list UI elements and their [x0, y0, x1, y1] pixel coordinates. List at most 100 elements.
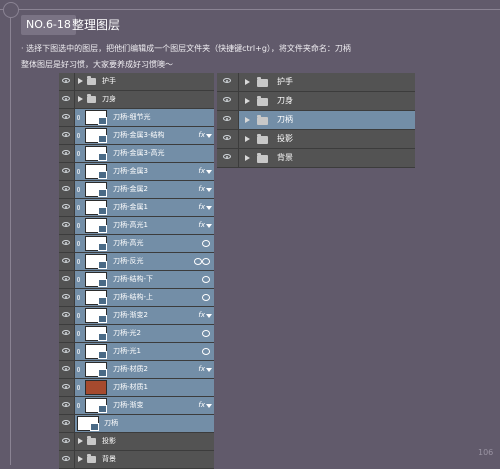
eye-icon[interactable]: [62, 384, 70, 389]
eye-icon[interactable]: [223, 78, 231, 83]
eye-icon[interactable]: [62, 366, 70, 371]
fx-dropdown-icon[interactable]: [206, 368, 212, 372]
layer-group-row[interactable]: 投影: [217, 130, 415, 149]
layer-label: 刀柄-金属3-高光: [113, 149, 165, 157]
fx-icon[interactable]: fx: [198, 163, 205, 180]
layer-row[interactable]: 刀柄-材质1: [59, 379, 214, 397]
fx-icon[interactable]: fx: [198, 397, 205, 414]
eye-icon[interactable]: [62, 258, 70, 263]
expand-arrow-icon[interactable]: [245, 136, 250, 142]
eye-icon[interactable]: [62, 168, 70, 173]
layer-row[interactable]: 刀柄: [59, 415, 214, 433]
eye-icon[interactable]: [62, 132, 70, 137]
layer-row[interactable]: 刀柄-金属3-高光: [59, 145, 214, 163]
link-icon: [77, 403, 80, 408]
eye-icon[interactable]: [223, 97, 231, 102]
expand-arrow-icon[interactable]: [245, 117, 250, 123]
eye-icon[interactable]: [62, 240, 70, 245]
folder-icon: [257, 134, 268, 144]
expand-arrow-icon[interactable]: [78, 96, 83, 102]
expand-arrow-icon[interactable]: [245, 98, 250, 104]
fx-dropdown-icon[interactable]: [206, 404, 212, 408]
expand-arrow-icon[interactable]: [245, 79, 250, 85]
eye-icon[interactable]: [62, 402, 70, 407]
fx-dropdown-icon[interactable]: [206, 134, 212, 138]
eye-icon[interactable]: [62, 330, 70, 335]
fx-dropdown-icon[interactable]: [206, 314, 212, 318]
expand-arrow-icon[interactable]: [78, 78, 83, 84]
layer-group-label: 投影: [102, 437, 116, 445]
fx-icon[interactable]: fx: [198, 199, 205, 216]
eye-icon[interactable]: [223, 135, 231, 140]
eye-icon[interactable]: [62, 222, 70, 227]
fx-icon[interactable]: fx: [198, 361, 205, 378]
layer-row[interactable]: 刀柄-渐变2 fx: [59, 307, 214, 325]
layer-group-row[interactable]: 背景: [59, 451, 214, 469]
eye-icon[interactable]: [62, 438, 70, 443]
fx-dropdown-icon[interactable]: [206, 206, 212, 210]
layer-row[interactable]: 刀柄-细节光: [59, 109, 214, 127]
eye-icon[interactable]: [223, 116, 231, 121]
layer-group-row[interactable]: 护手: [59, 73, 214, 91]
expand-arrow-icon[interactable]: [78, 456, 83, 462]
fx-dropdown-icon[interactable]: [206, 224, 212, 228]
layer-group-row-selected[interactable]: 刀柄: [217, 111, 415, 130]
layer-row[interactable]: 刀柄-结构-下: [59, 271, 214, 289]
layer-group-row[interactable]: 护手: [217, 73, 415, 92]
eye-icon[interactable]: [62, 78, 70, 83]
layer-row[interactable]: 刀柄-光1: [59, 343, 214, 361]
fx-icon[interactable]: fx: [198, 307, 205, 324]
folder-icon: [87, 436, 96, 445]
eye-icon[interactable]: [62, 186, 70, 191]
clipping-mask-icon: [202, 348, 210, 355]
layer-group-row[interactable]: 刀身: [217, 92, 415, 111]
intro-line-1: · 选择下图选中的图层，把他们编辑成一个图层文件夹（快捷键ctrl+g），将文件…: [21, 44, 351, 53]
layer-thumbnail: [85, 344, 107, 359]
eye-icon[interactable]: [62, 420, 70, 425]
mask-icon: [98, 261, 107, 269]
link-icon: [77, 115, 80, 120]
fx-icon[interactable]: fx: [198, 181, 205, 198]
layer-group-row[interactable]: 投影: [59, 433, 214, 451]
layer-group-label: 背景: [102, 455, 116, 463]
layer-thumbnail: [85, 272, 107, 287]
expand-arrow-icon[interactable]: [245, 155, 250, 161]
lock-icon: [194, 258, 202, 265]
eye-icon[interactable]: [62, 204, 70, 209]
eye-icon[interactable]: [62, 294, 70, 299]
layer-group-row[interactable]: 刀身: [59, 91, 214, 109]
layer-group-row[interactable]: 背景: [217, 149, 415, 168]
section-title: 整理图层: [72, 18, 121, 32]
layer-row[interactable]: 刀柄-金属3-结构 fx: [59, 127, 214, 145]
layer-row[interactable]: 刀柄-金属2 fx: [59, 181, 214, 199]
layer-row[interactable]: 刀柄-高光: [59, 235, 214, 253]
layer-row[interactable]: 刀柄-反光: [59, 253, 214, 271]
top-rule: [0, 9, 500, 10]
eye-icon[interactable]: [62, 114, 70, 119]
layer-thumbnail: [85, 308, 107, 323]
mask-icon: [98, 333, 107, 341]
fx-icon[interactable]: fx: [198, 127, 205, 144]
eye-icon[interactable]: [62, 276, 70, 281]
fx-dropdown-icon[interactable]: [206, 170, 212, 174]
layer-row[interactable]: 刀柄-金属3 fx: [59, 163, 214, 181]
fx-icon[interactable]: fx: [198, 217, 205, 234]
eye-icon[interactable]: [62, 348, 70, 353]
link-icon: [77, 133, 80, 138]
eye-icon[interactable]: [62, 312, 70, 317]
layer-row[interactable]: 刀柄-结构-上: [59, 289, 214, 307]
eye-icon[interactable]: [62, 456, 70, 461]
layer-row[interactable]: 刀柄-光2: [59, 325, 214, 343]
expand-arrow-icon[interactable]: [78, 438, 83, 444]
eye-icon[interactable]: [223, 154, 231, 159]
layer-thumbnail: [85, 218, 107, 233]
link-icon: [77, 169, 80, 174]
layer-row[interactable]: 刀柄-材质2 fx: [59, 361, 214, 379]
folder-icon: [257, 115, 268, 125]
layer-row[interactable]: 刀柄-高光1 fx: [59, 217, 214, 235]
eye-icon[interactable]: [62, 96, 70, 101]
layer-row[interactable]: 刀柄-金属1 fx: [59, 199, 214, 217]
fx-dropdown-icon[interactable]: [206, 188, 212, 192]
eye-icon[interactable]: [62, 150, 70, 155]
layer-row[interactable]: 刀柄-渐变 fx: [59, 397, 214, 415]
